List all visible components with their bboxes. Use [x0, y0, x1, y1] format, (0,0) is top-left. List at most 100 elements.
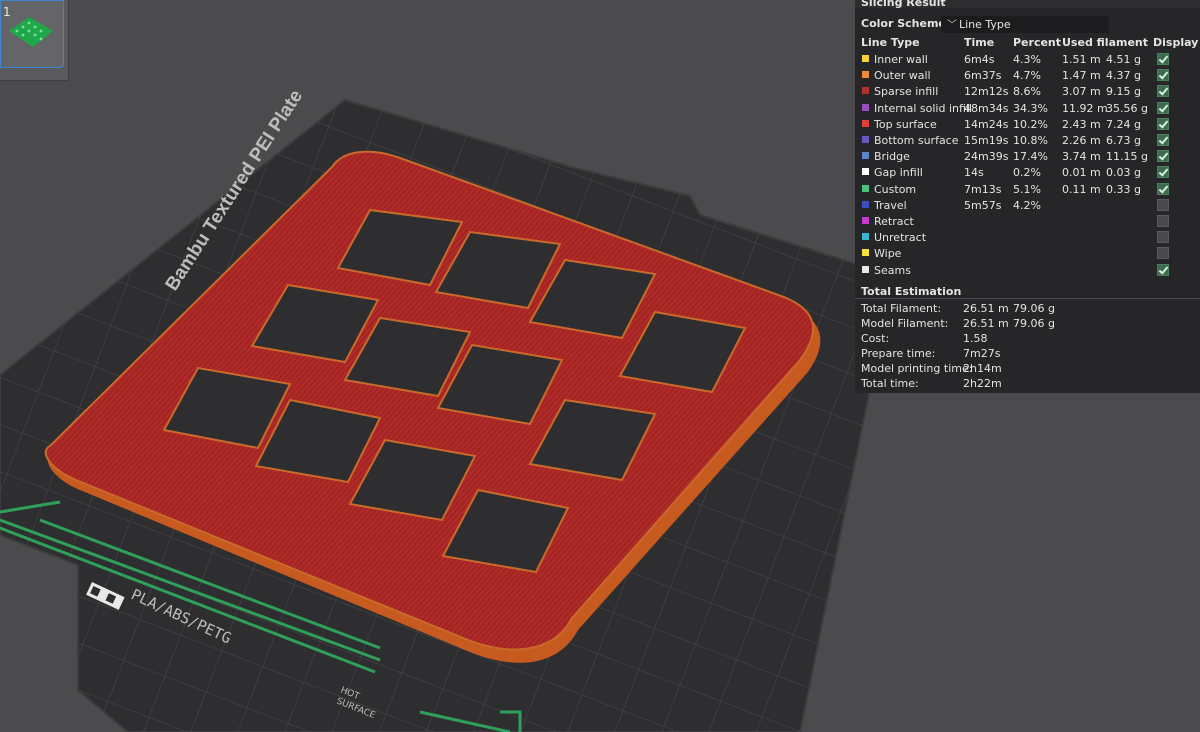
display-checkbox[interactable] [1157, 150, 1169, 163]
line-type-time: 6m37s [964, 69, 1002, 83]
line-type-percent: 4.2% [1013, 198, 1041, 212]
line-type-name: Retract [874, 215, 914, 228]
header-time: Time [964, 36, 995, 49]
line-type-color-swatch [862, 249, 869, 257]
line-type-color-swatch [862, 71, 869, 79]
table-row: Custom 7m13s 5.1% 0.11 m 0.33 g [855, 181, 1200, 197]
line-type-name: Sparse infill [874, 85, 939, 99]
estimation-row: Prepare time: 7m27s [861, 347, 1196, 362]
display-checkbox[interactable] [1157, 69, 1169, 82]
estimation-value: 2h14m [963, 362, 1002, 375]
line-type-time: 7m13s [964, 182, 1002, 196]
line-type-percent: 17.4% [1013, 150, 1048, 164]
estimation-label: Total Filament: [861, 302, 942, 315]
header-display: Display [1153, 36, 1199, 49]
line-type-grams: 6.73 g [1106, 134, 1141, 147]
estimation-value: 26.51 m [963, 317, 1009, 330]
line-type-color-swatch [862, 200, 869, 208]
line-type-name: Bottom surface [874, 134, 959, 147]
line-type-time: 12m12s [964, 85, 1009, 99]
display-checkbox[interactable] [1157, 101, 1169, 114]
estimation-row: Model Filament: 26.51 m 79.06 g [861, 317, 1196, 332]
line-type-time: 6m4s [964, 53, 995, 66]
line-type-percent: 5.1% [1013, 182, 1041, 196]
line-type-color-swatch [862, 87, 869, 95]
estimation-label: Cost: [861, 332, 890, 345]
line-type-grams: 9.15 g [1106, 85, 1141, 99]
line-type-grams: 0.33 g [1106, 182, 1141, 196]
line-type-grams: 35.56 g [1106, 101, 1148, 115]
line-type-meters: 11.92 m [1062, 101, 1108, 115]
header-percent: Percent [1013, 36, 1062, 49]
estimation-label: Total time: [861, 377, 919, 390]
header-used-filament: Used filament [1062, 36, 1149, 49]
plate-thumbnail-frame[interactable]: 1 [0, 0, 64, 68]
line-type-meters: 2.43 m [1062, 117, 1101, 131]
table-row: Top surface 14m24s 10.2% 2.43 m 7.24 g [855, 116, 1200, 132]
line-type-name: Seams [874, 263, 911, 277]
display-checkbox[interactable] [1157, 85, 1169, 98]
line-type-color-swatch [862, 152, 869, 160]
line-type-name: Outer wall [874, 69, 931, 83]
line-type-percent: 10.2% [1013, 117, 1048, 131]
display-checkbox[interactable] [1157, 166, 1169, 179]
line-type-percent: 8.6% [1013, 85, 1041, 99]
line-type-color-swatch [862, 136, 869, 143]
estimation-row: Total time: 2h22m [861, 377, 1196, 392]
line-type-time: 48m34s [964, 101, 1009, 115]
table-row: Outer wall 6m37s 4.7% 1.47 m 4.37 g [855, 67, 1200, 83]
line-type-color-swatch [862, 168, 869, 176]
estimation-value: 2h22m [963, 377, 1002, 390]
line-type-grams: 11.15 g [1106, 150, 1148, 164]
display-checkbox[interactable] [1157, 247, 1169, 260]
display-checkbox[interactable] [1157, 231, 1169, 244]
display-checkbox[interactable] [1157, 117, 1169, 130]
display-checkbox[interactable] [1157, 198, 1169, 211]
line-type-grams: 4.37 g [1106, 69, 1141, 83]
display-checkbox[interactable] [1157, 182, 1169, 195]
line-type-name: Inner wall [874, 53, 928, 66]
display-checkbox[interactable] [1157, 53, 1169, 65]
line-type-name: Unretract [874, 231, 927, 245]
line-type-color-swatch [862, 103, 869, 111]
line-type-percent: 0.2% [1013, 166, 1041, 180]
line-type-meters: 3.74 m [1062, 150, 1101, 164]
table-row: Internal solid infill 48m34s 34.3% 11.92 m3… [855, 100, 1200, 116]
line-type-percent: 4.3% [1013, 53, 1041, 66]
estimation-value: 7m27s [963, 347, 1001, 360]
estimation-value-secondary: 79.06 g [1013, 317, 1055, 330]
line-type-color-swatch [862, 233, 869, 241]
line-type-name: Top surface [874, 117, 937, 131]
line-type-percent: 4.7% [1013, 69, 1041, 83]
table-row: Unretract [855, 229, 1200, 245]
display-checkbox[interactable] [1157, 134, 1169, 146]
line-type-color-swatch [862, 55, 869, 62]
estimation-label: Model Filament: [861, 317, 949, 330]
display-checkbox[interactable] [1157, 215, 1169, 227]
table-row: Inner wall 6m4s 4.3% 1.51 m 4.51 g [855, 51, 1200, 67]
table-row: Wipe [855, 245, 1200, 261]
line-type-name: Gap infill [874, 166, 923, 180]
header-line-type: Line Type [861, 36, 920, 49]
table-row: Bridge 24m39s 17.4% 3.74 m 11.15 g [855, 148, 1200, 164]
line-type-meters: 1.47 m [1062, 69, 1101, 83]
line-type-name: Internal solid infill [874, 101, 973, 115]
display-checkbox[interactable] [1157, 263, 1169, 276]
line-type-time: 14s [964, 166, 984, 180]
line-type-meters: 0.11 m [1062, 182, 1101, 196]
chevron-down-icon: ﹀ [947, 20, 957, 31]
color-scheme-value: Line Type [959, 18, 1011, 31]
line-type-color-swatch [862, 265, 869, 273]
color-scheme-row: Color Scheme ﹀ Line Type [861, 16, 1196, 34]
line-type-name: Wipe [874, 247, 902, 261]
line-type-color-swatch [862, 184, 869, 192]
table-row: Travel 5m57s 4.2% [855, 197, 1200, 213]
estimation-row: Total Filament: 26.51 m 79.06 g [861, 302, 1196, 317]
estimation-row: Cost: 1.58 [861, 332, 1196, 347]
line-type-color-swatch [862, 119, 869, 127]
total-estimation-title: Total Estimation [861, 285, 962, 298]
table-row: Seams [855, 262, 1200, 278]
color-scheme-label: Color Scheme [861, 17, 946, 30]
color-scheme-select[interactable]: ﹀ Line Type [941, 16, 1109, 33]
plate-thumbnail[interactable]: 1 [0, 0, 69, 81]
